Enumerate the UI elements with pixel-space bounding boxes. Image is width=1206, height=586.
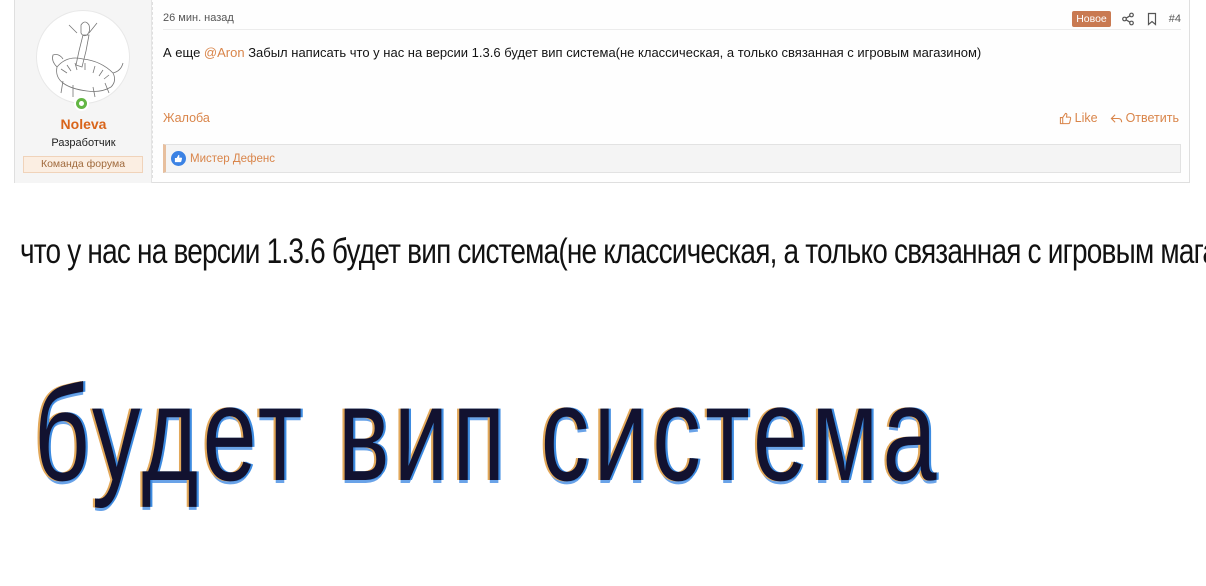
reaction-users-link[interactable]: Мистер Дефенс bbox=[190, 153, 275, 165]
zoomed-text-detail-content: будет вип система bbox=[34, 375, 941, 509]
post-text-rest: Забыл написать что у нас на версии 1.3.6… bbox=[244, 45, 982, 60]
share-icon[interactable] bbox=[1121, 12, 1135, 26]
online-status-icon bbox=[74, 96, 89, 111]
reactions-bar: Мистер Дефенс bbox=[163, 144, 1181, 173]
avatar-image bbox=[52, 21, 124, 98]
zoomed-text-detail: будет вип система bbox=[0, 375, 1206, 545]
like-reaction-icon bbox=[171, 151, 186, 166]
reply-button[interactable]: Ответить bbox=[1110, 111, 1179, 125]
new-badge: Новое bbox=[1072, 11, 1111, 27]
like-label: Like bbox=[1074, 111, 1098, 125]
avatar[interactable] bbox=[36, 10, 130, 104]
user-title: Разработчик bbox=[51, 137, 116, 149]
post-text-start: А еще bbox=[163, 45, 204, 60]
report-link[interactable]: Жалоба bbox=[163, 111, 210, 125]
post-header-actions: Новое #4 bbox=[1072, 10, 1181, 28]
post-footer-actions: Like Ответить bbox=[1059, 111, 1179, 125]
divider bbox=[152, 2, 153, 178]
user-mention-link[interactable]: @Aron bbox=[204, 45, 245, 60]
like-button[interactable]: Like bbox=[1059, 111, 1098, 125]
thumbs-up-icon bbox=[1059, 112, 1071, 124]
post-number[interactable]: #4 bbox=[1169, 13, 1181, 25]
user-banner: Команда форума bbox=[23, 156, 143, 173]
post-header: 26 мин. назад Новое #4 bbox=[163, 10, 1181, 30]
forum-post: Noleva Разработчик Команда форума 26 мин… bbox=[14, 0, 1190, 183]
post-date[interactable]: 26 мин. назад bbox=[163, 12, 234, 24]
post-user-cell: Noleva Разработчик Команда форума bbox=[15, 0, 152, 183]
zoomed-text-line: что у нас на версии 1.3.6 будет вип сист… bbox=[0, 228, 1206, 278]
reply-label: Ответить bbox=[1125, 111, 1179, 125]
username[interactable]: Noleva bbox=[15, 116, 152, 132]
zoomed-text-line-content: что у нас на версии 1.3.6 будет вип сист… bbox=[20, 232, 1206, 271]
reply-icon bbox=[1110, 113, 1122, 123]
post-message: А еще @Aron Забыл написать что у нас на … bbox=[163, 44, 1173, 62]
bookmark-icon[interactable] bbox=[1145, 12, 1159, 26]
